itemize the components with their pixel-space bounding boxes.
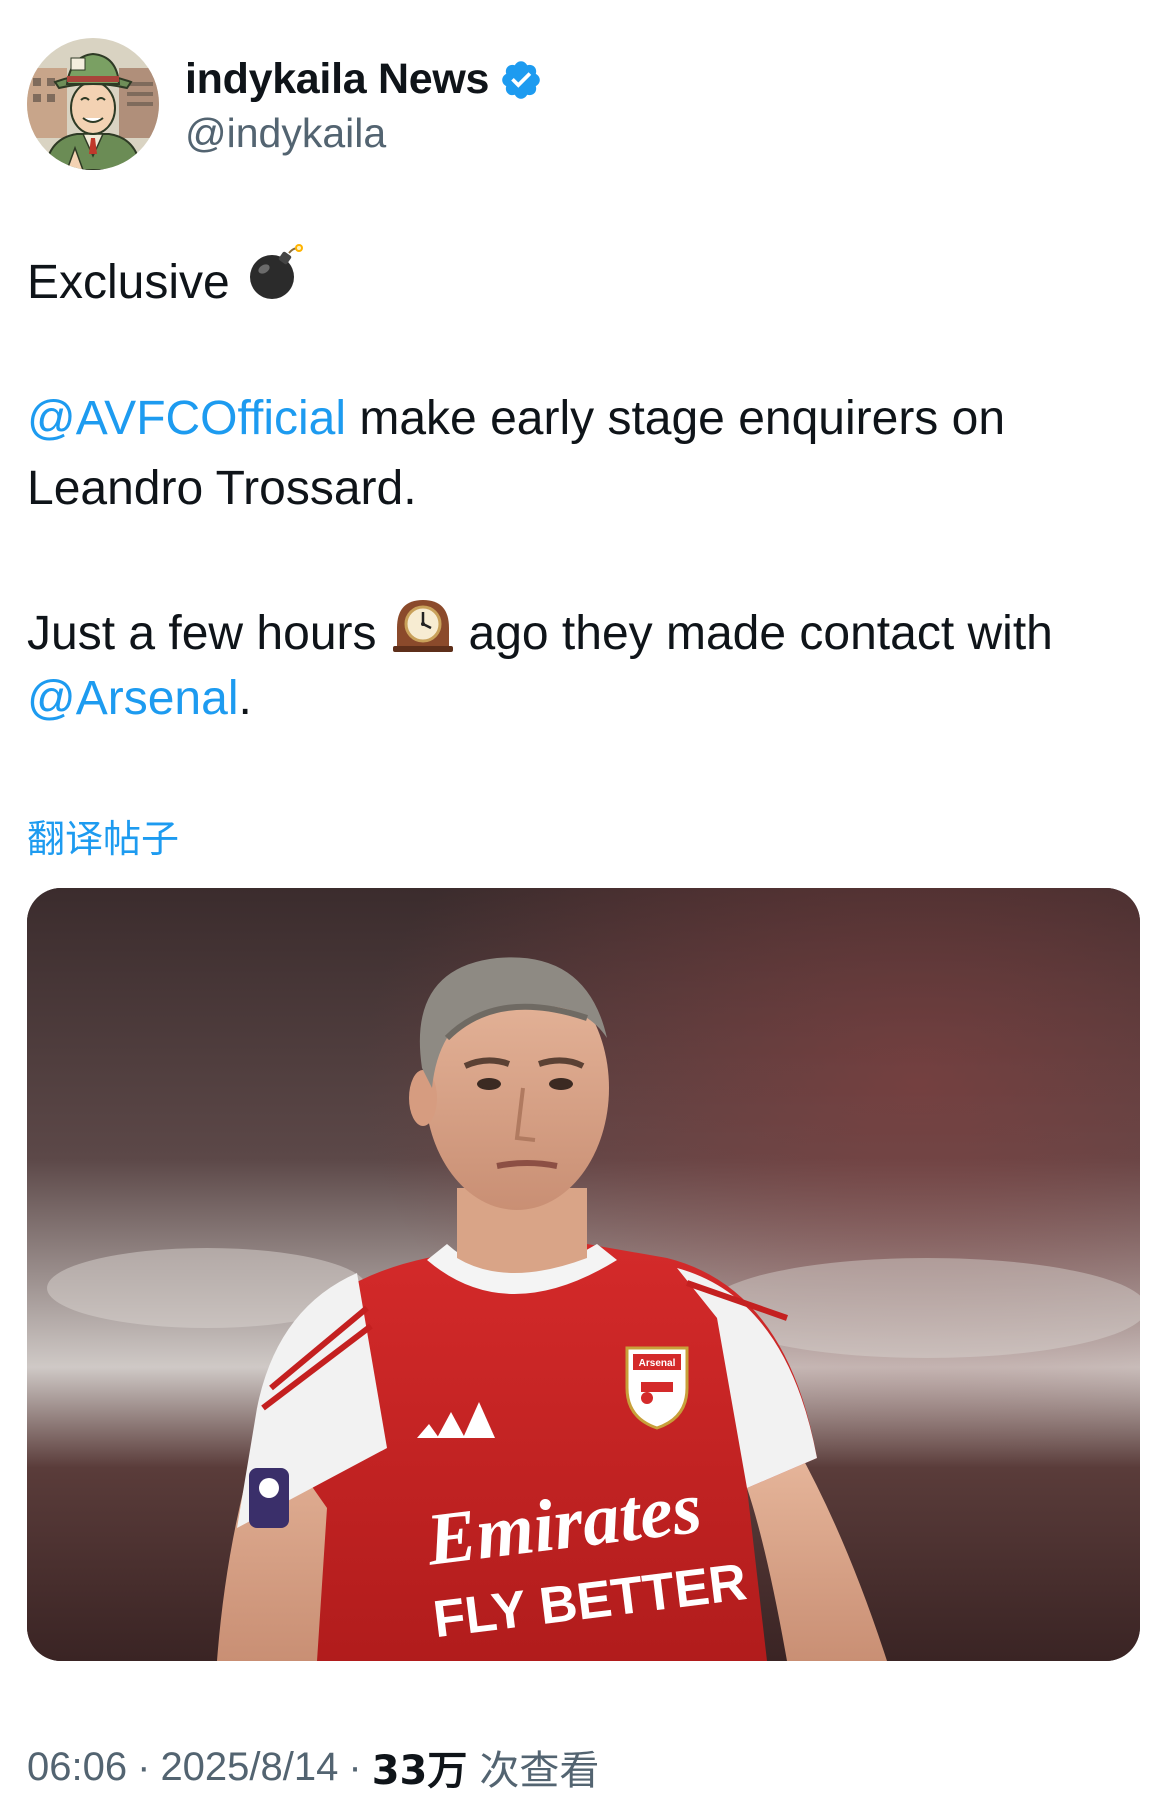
tweet-line-1: Exclusive [27, 243, 304, 323]
mention-arsenal-link[interactable]: @Arsenal [27, 664, 238, 734]
author-handle[interactable]: @indykaila [185, 110, 543, 157]
tweet-text-line4-pre: Just a few hours [27, 607, 377, 660]
mention-avfcofficial-link[interactable]: @AVFCOfficial [27, 384, 346, 454]
avatar[interactable] [27, 38, 159, 170]
name-row: indykaila News [185, 52, 543, 108]
player-photo-image: Arsenal Emirates FLY BETTER [27, 888, 1140, 1661]
author-display-name[interactable]: indykaila News [185, 55, 489, 104]
cartoon-reporter-avatar-icon [27, 38, 159, 170]
translate-post-link[interactable]: 翻译帖子 [27, 808, 179, 863]
bomb-emoji-icon [244, 243, 304, 323]
tweet-text-exclusive: Exclusive [27, 256, 230, 309]
author-identity: indykaila News @indykaila [185, 52, 543, 157]
meta-separator: · [348, 1744, 362, 1789]
views-count[interactable]: 33万 [372, 1738, 468, 1796]
tweet-line-2: @AVFCOfficial make early stage enquirers… [27, 384, 1005, 454]
tweet-line-4: Just a few hours ago they made contact w… [27, 594, 1053, 674]
tweet-line-3: Leandro Trossard. [27, 454, 417, 524]
tweet-time-link[interactable]: 06:06 [27, 1745, 127, 1790]
tweet-header: indykaila News @indykaila [27, 38, 543, 170]
tweet-line-5: @Arsenal . [27, 664, 252, 734]
tweet-text-line4-post: ago they made contact with [468, 607, 1053, 660]
tweet-text-line5-end: . [238, 672, 252, 725]
crest-text: Arsenal [639, 1358, 676, 1369]
meta-separator: · [137, 1744, 151, 1789]
mantelpiece-clock-emoji-icon [391, 594, 455, 674]
views-label: 次查看 [479, 1748, 600, 1794]
tweet-media-photo[interactable]: Arsenal Emirates FLY BETTER [27, 888, 1140, 1661]
verified-badge-icon [499, 58, 543, 102]
tweet-text-line2: make early stage enquirers on [346, 392, 1006, 445]
tweet-meta: 06:06 · 2025/8/14 · 33万 次查看 [27, 1738, 599, 1796]
tweet-date: 2025/8/14 [160, 1744, 339, 1789]
tweet-text-line3: Leandro Trossard. [27, 462, 417, 515]
